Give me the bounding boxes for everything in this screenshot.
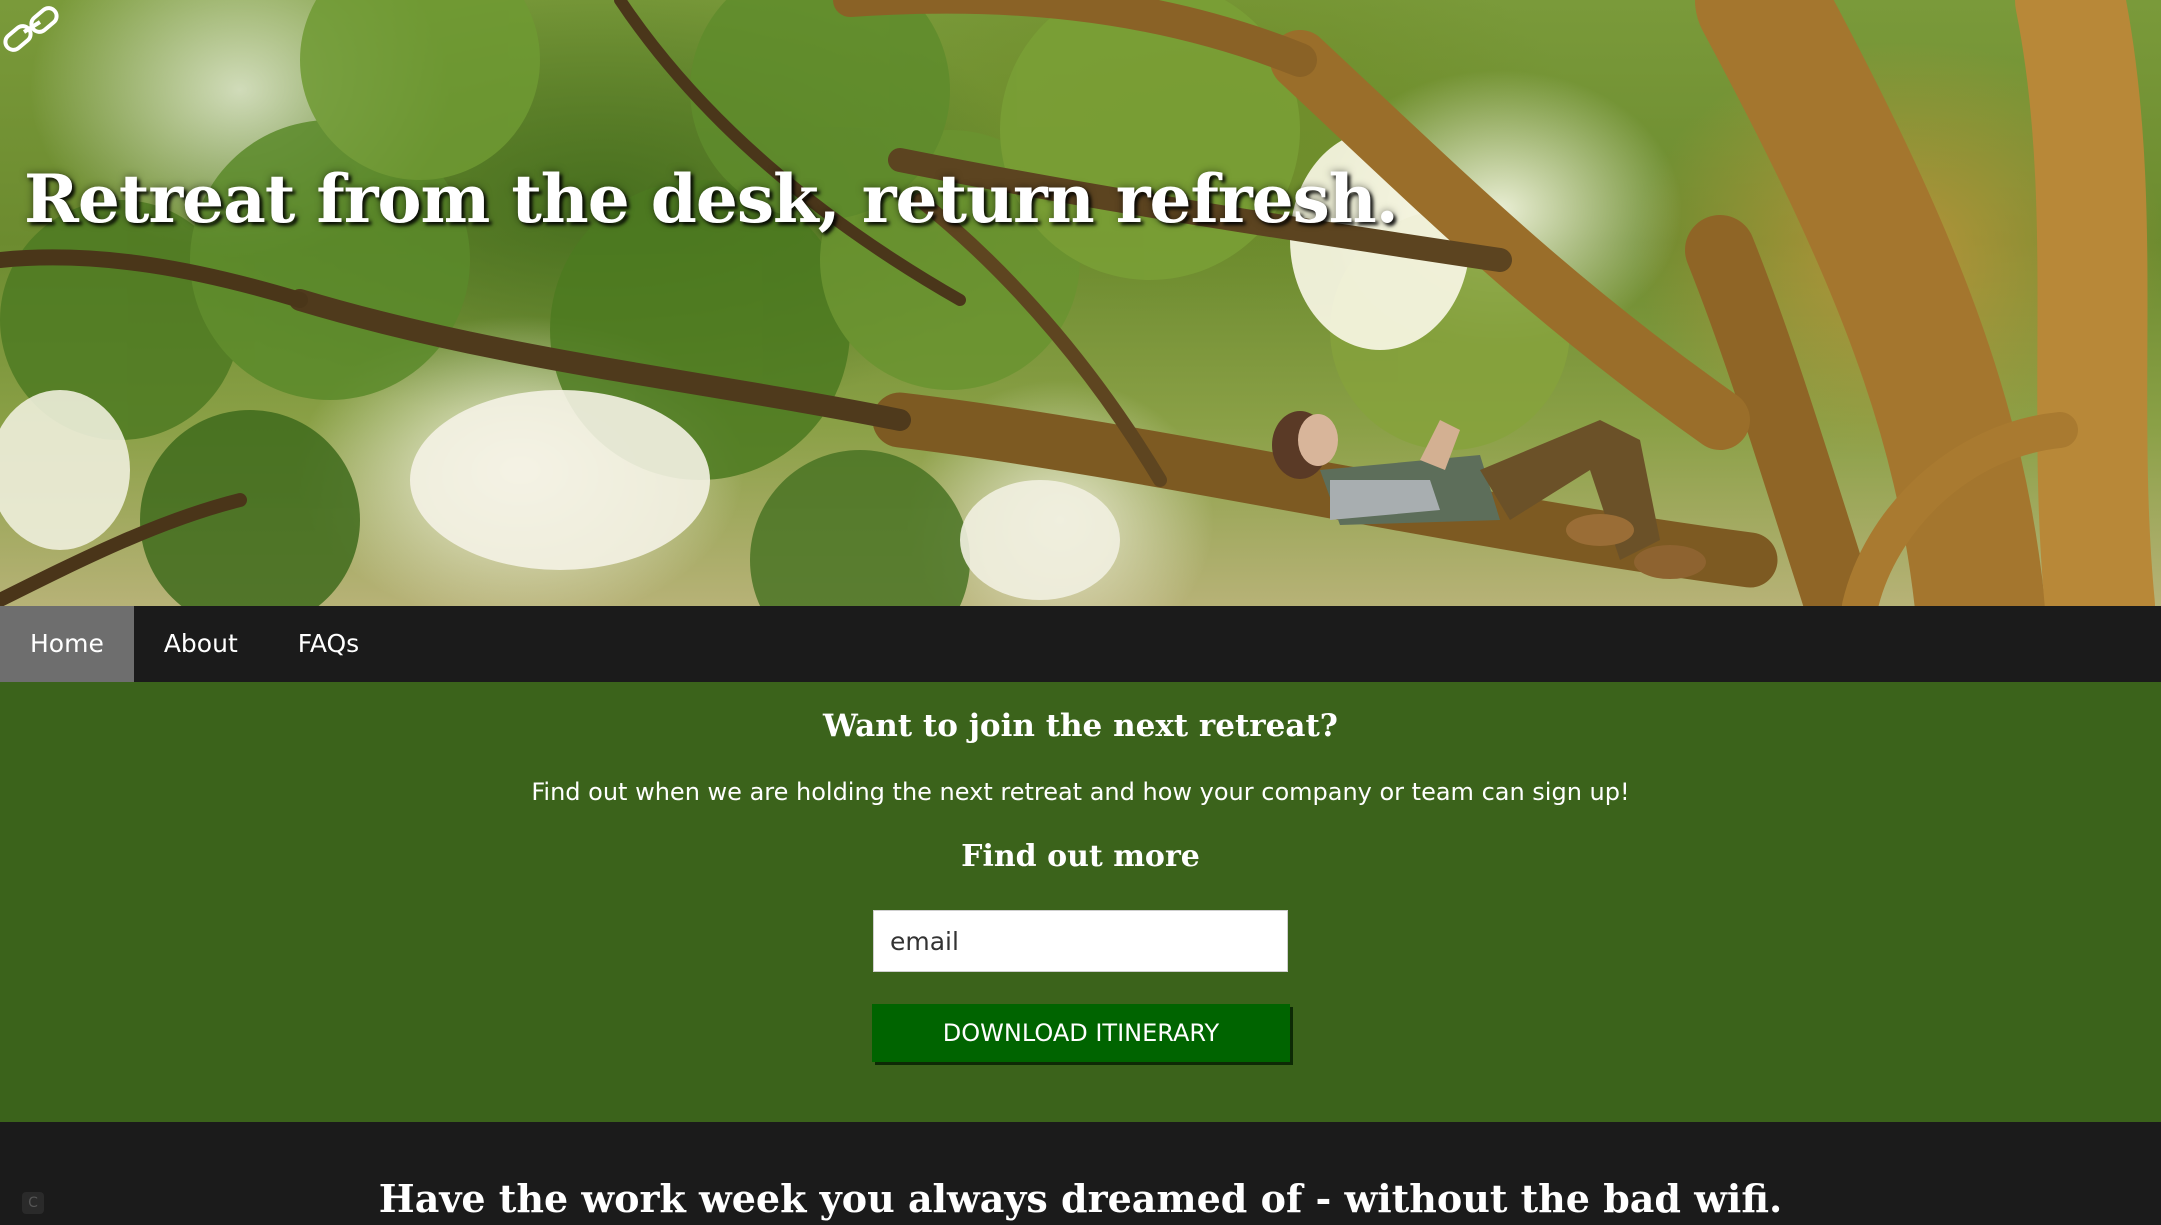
signup-section: Want to join the next retreat? Find out … — [0, 682, 2161, 1122]
hero-title: Retreat from the desk, return refresh. — [24, 160, 1399, 238]
tagline-heading: Have the work week you always dreamed of… — [378, 1176, 1783, 1221]
main-nav: Home About FAQs — [0, 606, 2161, 682]
hero-banner: Retreat from the desk, return refresh. — [0, 0, 2161, 606]
tagline-section: C Have the work week you always dreamed … — [0, 1122, 2161, 1225]
nav-item-about[interactable]: About — [134, 606, 268, 682]
nav-item-home[interactable]: Home — [0, 606, 134, 682]
download-itinerary-button[interactable]: DOWNLOAD ITINERARY — [872, 1004, 1290, 1062]
chain-link-icon[interactable] — [0, 0, 72, 72]
signup-description: Find out when we are holding the next re… — [531, 778, 1630, 806]
nav-item-faqs[interactable]: FAQs — [268, 606, 389, 682]
signup-heading: Want to join the next retreat? — [823, 708, 1338, 744]
hero-image — [0, 0, 2155, 606]
find-out-more-heading: Find out more — [961, 839, 1200, 874]
email-field[interactable] — [873, 910, 1288, 972]
